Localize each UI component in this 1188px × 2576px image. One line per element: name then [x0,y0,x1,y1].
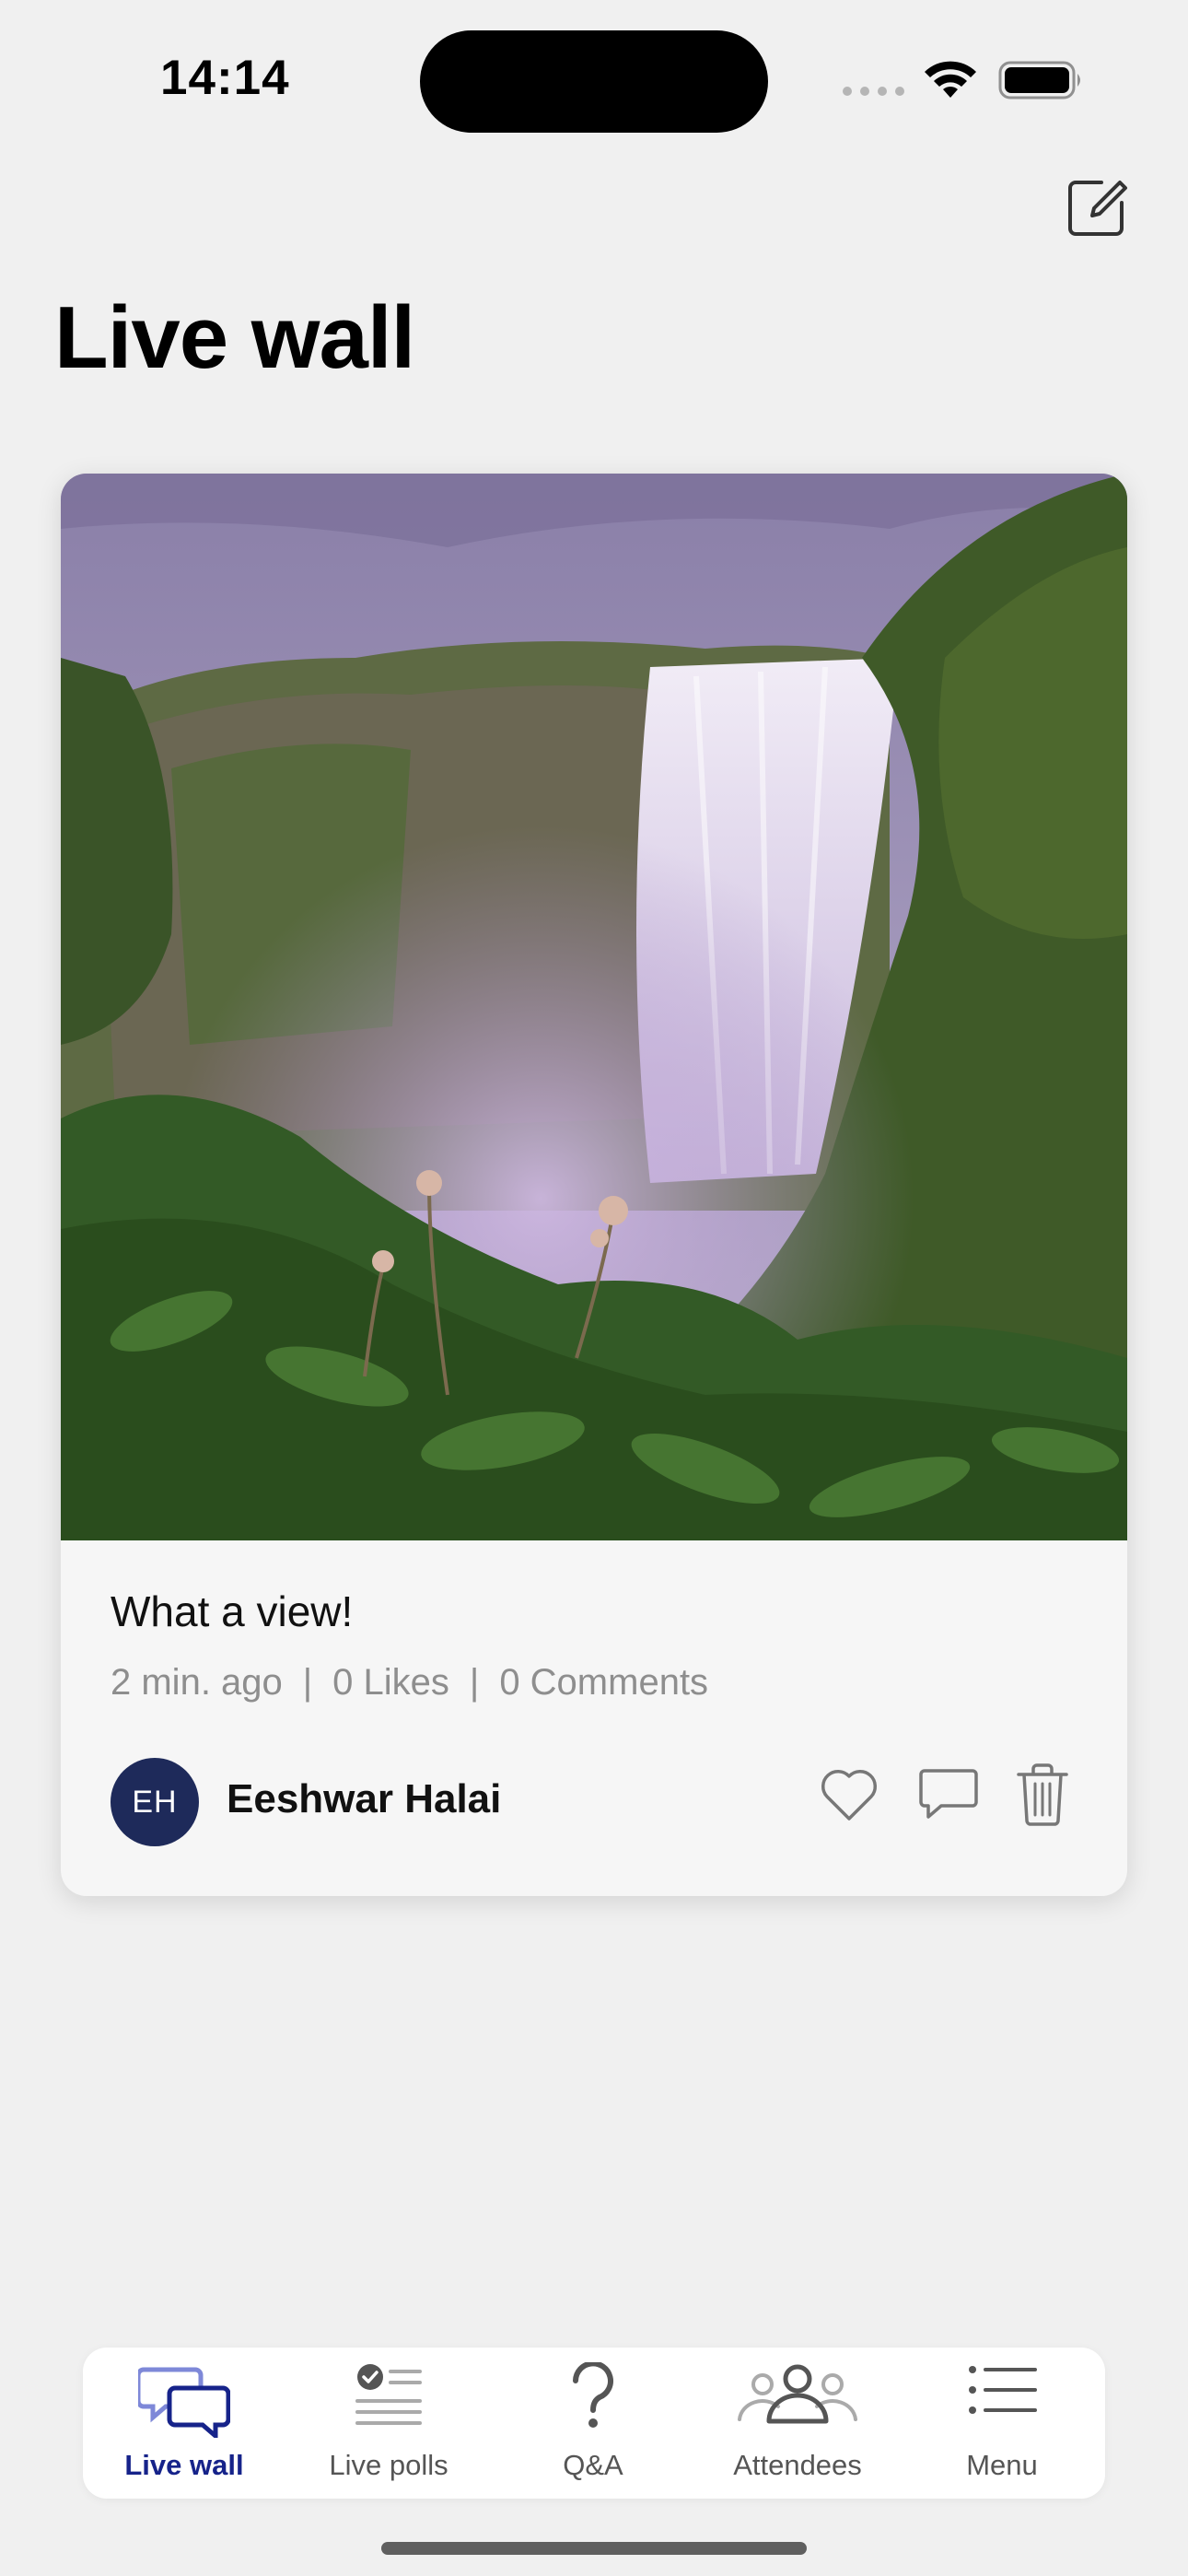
tab-label: Menu [966,2449,1038,2481]
tab-live-polls[interactable]: Live polls [287,2348,490,2499]
meta-separator: | [469,1662,480,1703]
chat-bubbles-icon [138,2367,230,2438]
comment-button[interactable] [917,1765,980,1827]
tab-bar: Live wall Live polls Q&A Attendees Menu [83,2348,1105,2499]
tab-label: Q&A [563,2449,623,2481]
comment-icon [919,1769,978,1819]
battery-icon [998,61,1080,100]
tab-label: Live wall [124,2449,244,2481]
tab-menu[interactable]: Menu [901,2348,1103,2499]
post-card[interactable]: What a view! 2 min. ago | 0 Likes | 0 Co… [61,474,1127,1896]
post-meta: 2 min. ago | 0 Likes | 0 Comments [111,1662,708,1704]
post-comments-count[interactable]: 0 Comments [499,1662,708,1704]
compose-icon [1068,181,1127,236]
cellular-dots-icon [843,87,904,96]
tab-qa[interactable]: Q&A [492,2348,694,2499]
trash-icon [1017,1763,1068,1826]
avatar[interactable]: EH [111,1758,199,1846]
post-caption: What a view! [111,1587,354,1635]
tab-label: Attendees [733,2449,862,2481]
post-time: 2 min. ago [111,1662,283,1703]
dynamic-island [420,30,768,133]
people-icon [738,2364,857,2424]
poll-list-icon [355,2364,422,2425]
delete-button[interactable] [1013,1762,1072,1832]
meta-separator: | [302,1662,313,1703]
tab-attendees[interactable]: Attendees [696,2348,899,2499]
tab-live-wall[interactable]: Live wall [83,2348,285,2499]
post-image[interactable] [61,474,1127,1540]
wifi-icon [925,61,976,98]
author-name[interactable]: Eeshwar Halai [227,1776,501,1822]
menu-list-icon [969,2366,1037,2414]
question-mark-icon [573,2362,613,2428]
like-button[interactable] [820,1767,879,1827]
status-time: 14:14 [160,51,290,105]
page-title: Live wall [54,288,415,387]
compose-button[interactable] [1065,175,1129,240]
post-likes-count[interactable]: 0 Likes [332,1662,449,1704]
home-indicator[interactable] [381,2542,807,2555]
heart-icon [821,1769,878,1821]
tab-label: Live polls [329,2449,448,2481]
status-bar: 14:14 [0,0,1188,157]
